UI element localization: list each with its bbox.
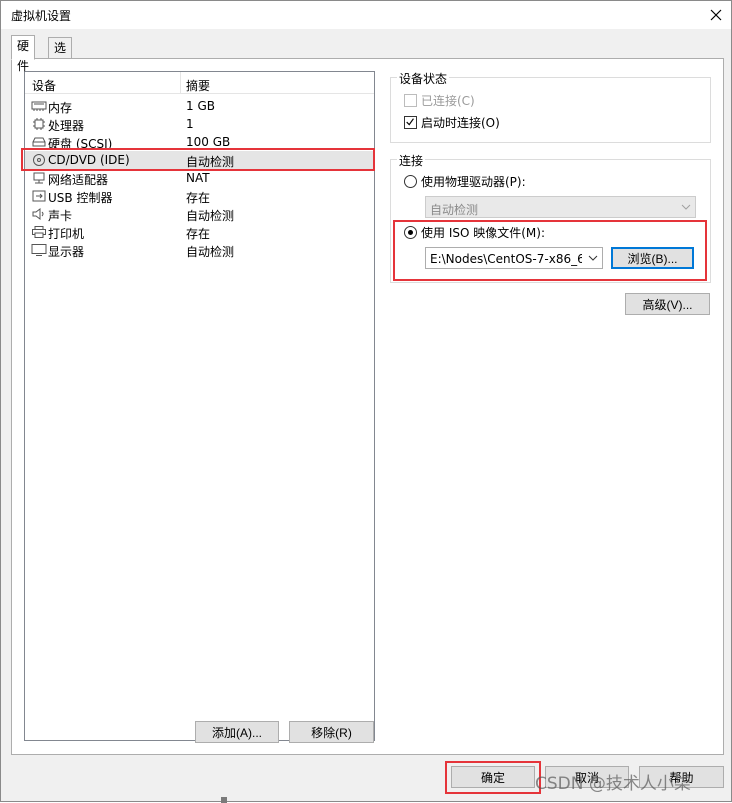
- device-name: USB 控制器: [48, 191, 113, 205]
- device-summary: 自动检测: [186, 209, 235, 223]
- connected-checkbox[interactable]: 已连接(C): [404, 92, 475, 109]
- physical-drive-select: 自动检测: [425, 196, 696, 218]
- list-item-hard-disk[interactable]: 硬盘 (SCSI) 100 GB: [25, 133, 374, 151]
- device-name: CD/DVD (IDE): [48, 153, 130, 167]
- device-name: 打印机: [48, 227, 85, 241]
- close-icon: [710, 9, 722, 21]
- list-item-display[interactable]: 显示器 自动检测: [25, 241, 374, 259]
- radio-circle: [404, 175, 417, 188]
- radio-circle: [404, 226, 417, 239]
- device-summary: 100 GB: [186, 135, 231, 149]
- cd-dvd-icon: [33, 154, 45, 166]
- background-fragment: [221, 797, 227, 803]
- use-physical-drive-label: 使用物理驱动器(P):: [421, 175, 526, 189]
- connected-label: 已连接(C): [421, 94, 475, 108]
- tab-hardware[interactable]: 硬件: [11, 35, 36, 73]
- list-item-sound-card[interactable]: 声卡 自动检测: [25, 205, 374, 223]
- iso-path-value: E:\Nodes\CentOS-7-x86_64: [430, 252, 582, 266]
- column-divider[interactable]: [180, 72, 181, 94]
- column-summary[interactable]: 摘要: [186, 77, 210, 94]
- list-item-cd-dvd[interactable]: CD/DVD (IDE) 自动检测: [25, 151, 374, 169]
- device-summary: 存在: [186, 227, 211, 241]
- list-item-network-adapter[interactable]: 网络适配器 NAT: [25, 169, 374, 187]
- printer-icon: [32, 226, 46, 238]
- ok-button[interactable]: 确定: [451, 766, 535, 788]
- advanced-button[interactable]: 高级(V)...: [625, 293, 710, 315]
- checkbox-box: [404, 116, 417, 129]
- checkbox-box: [404, 94, 417, 107]
- column-device[interactable]: 设备: [32, 77, 56, 94]
- device-name: 声卡: [48, 209, 73, 223]
- checkmark-icon: [406, 118, 414, 126]
- device-name: 显示器: [48, 245, 85, 259]
- add-device-button[interactable]: 添加(A)...: [195, 721, 279, 743]
- watermark: CSDN @技术人小柒: [535, 774, 691, 794]
- hard-disk-icon: [32, 137, 46, 147]
- list-item-processor[interactable]: 处理器 1: [25, 115, 374, 133]
- virtual-machine-settings-window: 虚拟机设置 硬件 选项 设备 摘要 内存 1 GB 处理器 1 硬盘 (SCSI…: [0, 0, 732, 803]
- monitor-icon: [31, 244, 47, 256]
- window-title: 虚拟机设置: [11, 9, 72, 23]
- cpu-icon: [33, 118, 45, 130]
- browse-button[interactable]: 浏览(B)...: [611, 247, 694, 269]
- device-name: 处理器: [48, 119, 85, 133]
- remove-device-button[interactable]: 移除(R): [289, 721, 374, 743]
- device-summary: 1: [186, 117, 194, 131]
- list-header: 设备 摘要: [25, 72, 374, 94]
- network-adapter-icon: [33, 172, 45, 184]
- chevron-down-icon: [681, 204, 691, 210]
- list-item-memory[interactable]: 内存 1 GB: [25, 97, 374, 115]
- device-list: 设备 摘要 内存 1 GB 处理器 1 硬盘 (SCSI) 100 GB CD/…: [24, 71, 375, 741]
- title-bar: 虚拟机设置: [1, 1, 731, 29]
- device-summary: 1 GB: [186, 99, 215, 113]
- device-summary: 存在: [186, 191, 211, 205]
- device-name: 网络适配器: [48, 173, 109, 187]
- tab-options[interactable]: 选项: [48, 37, 73, 75]
- device-summary: NAT: [186, 171, 210, 185]
- iso-path-combobox[interactable]: E:\Nodes\CentOS-7-x86_64: [425, 247, 603, 269]
- use-iso-image-radio[interactable]: 使用 ISO 映像文件(M):: [404, 224, 545, 241]
- device-status-label: 设备状态: [397, 70, 450, 87]
- physical-drive-value: 自动检测: [430, 203, 479, 217]
- connect-at-power-on-checkbox[interactable]: 启动时连接(O): [404, 114, 500, 131]
- list-item-printer[interactable]: 打印机 存在: [25, 223, 374, 241]
- list-item-usb-controller[interactable]: USB 控制器 存在: [25, 187, 374, 205]
- use-iso-image-label: 使用 ISO 映像文件(M):: [421, 226, 545, 240]
- device-name: 内存: [48, 101, 73, 115]
- device-summary: 自动检测: [186, 155, 235, 169]
- memory-icon: [31, 101, 47, 111]
- close-button[interactable]: [701, 1, 731, 29]
- device-name: 硬盘 (SCSI): [48, 137, 113, 151]
- usb-icon: [32, 190, 46, 202]
- speaker-icon: [32, 208, 44, 220]
- chevron-down-icon[interactable]: [588, 252, 598, 264]
- connection-label: 连接: [397, 152, 426, 169]
- device-summary: 自动检测: [186, 245, 235, 259]
- connect-at-power-on-label: 启动时连接(O): [421, 116, 500, 130]
- use-physical-drive-radio[interactable]: 使用物理驱动器(P):: [404, 173, 526, 190]
